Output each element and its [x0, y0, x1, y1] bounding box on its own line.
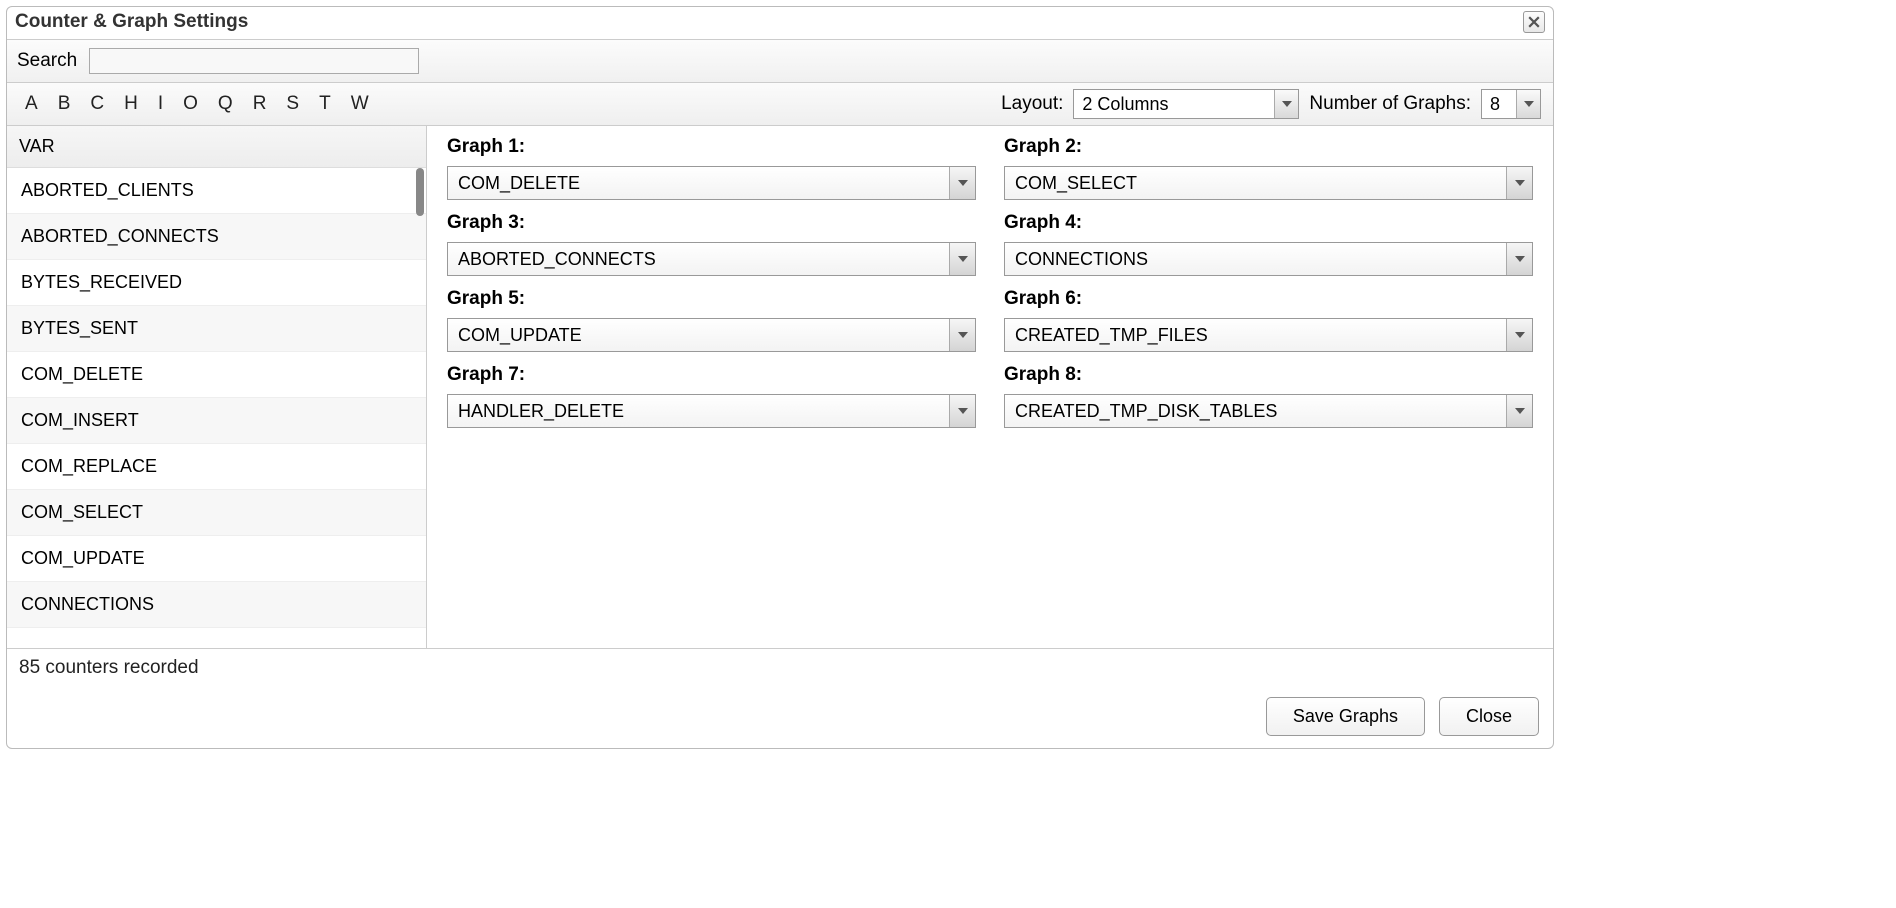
- alpha-letter-o[interactable]: O: [183, 93, 198, 115]
- var-list[interactable]: ABORTED_CLIENTS ABORTED_CONNECTS BYTES_R…: [7, 168, 426, 648]
- graph-7-block: Graph 7: HANDLER_DELETE: [447, 364, 976, 428]
- list-item[interactable]: ABORTED_CLIENTS: [7, 168, 426, 214]
- graph-1-block: Graph 1: COM_DELETE: [447, 136, 976, 200]
- chevron-down-icon[interactable]: [1506, 167, 1532, 199]
- chevron-down-icon[interactable]: [1506, 243, 1532, 275]
- alpha-letter-c[interactable]: C: [90, 93, 104, 115]
- close-icon[interactable]: [1523, 11, 1545, 33]
- graph-3-value: ABORTED_CONNECTS: [448, 245, 949, 274]
- dialog-header: Counter & Graph Settings: [7, 7, 1553, 39]
- list-item[interactable]: COM_DELETE: [7, 352, 426, 398]
- chevron-down-icon[interactable]: [949, 243, 975, 275]
- alpha-letter-a[interactable]: A: [25, 93, 38, 115]
- close-button[interactable]: Close: [1439, 697, 1539, 736]
- list-item[interactable]: BYTES_RECEIVED: [7, 260, 426, 306]
- graph-6-label: Graph 6:: [1004, 288, 1533, 310]
- list-item[interactable]: COM_REPLACE: [7, 444, 426, 490]
- graph-7-label: Graph 7:: [447, 364, 976, 386]
- graph-2-select[interactable]: COM_SELECT: [1004, 166, 1533, 200]
- scrollbar-thumb[interactable]: [416, 168, 424, 216]
- settings-dialog: Counter & Graph Settings Search A B C H …: [6, 6, 1554, 749]
- graph-3-label: Graph 3:: [447, 212, 976, 234]
- layout-select[interactable]: 2 Columns: [1073, 89, 1299, 119]
- list-item[interactable]: COM_SELECT: [7, 490, 426, 536]
- graph-3-block: Graph 3: ABORTED_CONNECTS: [447, 212, 976, 276]
- layout-value: 2 Columns: [1074, 90, 1274, 118]
- list-item[interactable]: ABORTED_CONNECTS: [7, 214, 426, 260]
- num-graphs-value: 8: [1482, 90, 1516, 118]
- alpha-nav: A B C H I O Q R S T W: [19, 93, 369, 115]
- list-item[interactable]: BYTES_SENT: [7, 306, 426, 352]
- graph-2-block: Graph 2: COM_SELECT: [1004, 136, 1533, 200]
- graph-8-select[interactable]: CREATED_TMP_DISK_TABLES: [1004, 394, 1533, 428]
- list-item[interactable]: COM_UPDATE: [7, 536, 426, 582]
- alpha-letter-q[interactable]: Q: [218, 93, 233, 115]
- list-item[interactable]: COM_INSERT: [7, 398, 426, 444]
- list-item[interactable]: CONNECTIONS: [7, 582, 426, 628]
- graphs-pane: Graph 1: COM_DELETE Graph 2: COM_SELECT …: [427, 126, 1553, 648]
- chevron-down-icon[interactable]: [1506, 319, 1532, 351]
- graph-5-block: Graph 5: COM_UPDATE: [447, 288, 976, 352]
- graph-6-select[interactable]: CREATED_TMP_FILES: [1004, 318, 1533, 352]
- graph-3-select[interactable]: ABORTED_CONNECTS: [447, 242, 976, 276]
- alpha-letter-w[interactable]: W: [351, 93, 369, 115]
- graph-8-value: CREATED_TMP_DISK_TABLES: [1005, 397, 1506, 426]
- alpha-letter-i[interactable]: I: [158, 93, 163, 115]
- graph-7-select[interactable]: HANDLER_DELETE: [447, 394, 976, 428]
- alpha-letter-t[interactable]: T: [319, 93, 331, 115]
- graph-1-select[interactable]: COM_DELETE: [447, 166, 976, 200]
- status-bar: 85 counters recorded: [7, 648, 1553, 687]
- alpha-letter-h[interactable]: H: [124, 93, 138, 115]
- graph-6-value: CREATED_TMP_FILES: [1005, 321, 1506, 350]
- search-bar: Search: [7, 39, 1553, 83]
- dialog-body: VAR ABORTED_CLIENTS ABORTED_CONNECTS BYT…: [7, 126, 1553, 648]
- graph-4-label: Graph 4:: [1004, 212, 1533, 234]
- graph-5-value: COM_UPDATE: [448, 321, 949, 350]
- num-graphs-select[interactable]: 8: [1481, 89, 1541, 119]
- graph-7-value: HANDLER_DELETE: [448, 397, 949, 426]
- graph-2-value: COM_SELECT: [1005, 169, 1506, 198]
- chevron-down-icon[interactable]: [949, 395, 975, 427]
- graph-4-block: Graph 4: CONNECTIONS: [1004, 212, 1533, 276]
- chevron-down-icon[interactable]: [1516, 90, 1540, 118]
- alpha-letter-s[interactable]: S: [286, 93, 299, 115]
- chevron-down-icon[interactable]: [1506, 395, 1532, 427]
- layout-label: Layout:: [1001, 93, 1063, 115]
- dialog-title: Counter & Graph Settings: [15, 11, 248, 33]
- graph-2-label: Graph 2:: [1004, 136, 1533, 158]
- toolbar-right: Layout: 2 Columns Number of Graphs: 8: [1001, 89, 1541, 119]
- graph-1-value: COM_DELETE: [448, 169, 949, 198]
- var-column-header[interactable]: VAR: [7, 126, 426, 168]
- chevron-down-icon[interactable]: [1274, 90, 1298, 118]
- graph-5-select[interactable]: COM_UPDATE: [447, 318, 976, 352]
- alpha-letter-b[interactable]: B: [58, 93, 71, 115]
- graph-5-label: Graph 5:: [447, 288, 976, 310]
- graph-1-label: Graph 1:: [447, 136, 976, 158]
- chevron-down-icon[interactable]: [949, 167, 975, 199]
- alpha-letter-r[interactable]: R: [253, 93, 267, 115]
- graph-4-value: CONNECTIONS: [1005, 245, 1506, 274]
- variables-pane: VAR ABORTED_CLIENTS ABORTED_CONNECTS BYT…: [7, 126, 427, 648]
- footer-buttons: Save Graphs Close: [7, 687, 1553, 748]
- graph-6-block: Graph 6: CREATED_TMP_FILES: [1004, 288, 1533, 352]
- save-graphs-button[interactable]: Save Graphs: [1266, 697, 1425, 736]
- graph-8-label: Graph 8:: [1004, 364, 1533, 386]
- chevron-down-icon[interactable]: [949, 319, 975, 351]
- num-graphs-label: Number of Graphs:: [1309, 93, 1471, 115]
- search-input[interactable]: [89, 48, 419, 74]
- search-label: Search: [17, 50, 77, 72]
- graph-4-select[interactable]: CONNECTIONS: [1004, 242, 1533, 276]
- toolbar: A B C H I O Q R S T W Layout: 2 Columns …: [7, 83, 1553, 126]
- graph-8-block: Graph 8: CREATED_TMP_DISK_TABLES: [1004, 364, 1533, 428]
